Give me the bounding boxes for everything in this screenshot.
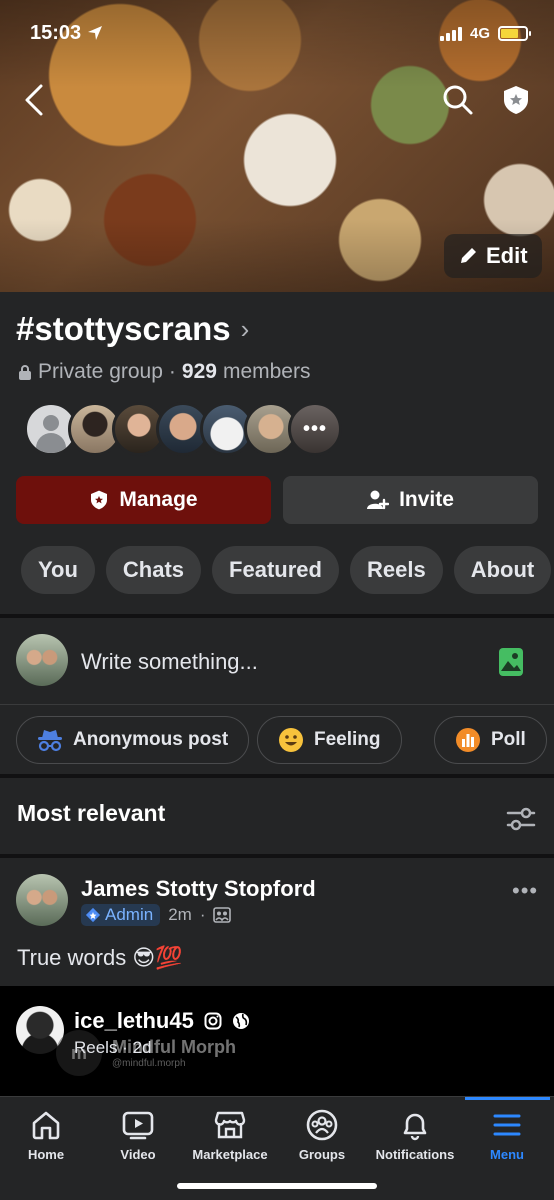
admin-diamond-icon: [85, 907, 101, 923]
tab-reels[interactable]: Reels: [349, 546, 443, 594]
instagram-icon: [204, 1012, 222, 1030]
tab-featured[interactable]: Featured: [212, 546, 339, 594]
edit-cover-button[interactable]: Edit: [444, 234, 542, 278]
chevron-right-icon: ›: [240, 313, 250, 344]
hamburger-menu-icon: [493, 1114, 521, 1136]
feeling-chip[interactable]: Feeling: [257, 716, 402, 764]
feed-post: James Stotty Stopford Admin 2m · ••• Tru…: [0, 858, 554, 986]
marketplace-icon: [214, 1111, 246, 1139]
post-author[interactable]: James Stotty Stopford: [81, 876, 316, 902]
admin-badge: Admin: [81, 904, 161, 926]
home-icon: [32, 1111, 60, 1140]
group-name-link[interactable]: #stottyscrans ›: [16, 310, 249, 348]
tab-you[interactable]: You: [21, 546, 95, 594]
shield-star-icon: [91, 490, 108, 510]
shield-star-icon: [504, 86, 528, 114]
nav-marketplace[interactable]: Marketplace: [184, 1109, 276, 1162]
post-time[interactable]: 2m: [168, 905, 192, 925]
nav-menu[interactable]: Menu: [461, 1109, 553, 1162]
pencil-icon: [461, 248, 476, 263]
add-person-icon: [367, 490, 390, 510]
signal-icon: [439, 26, 462, 41]
more-members-icon: •••: [302, 417, 327, 440]
groups-icon: [306, 1109, 338, 1141]
post-emojis: 😎💯: [132, 945, 183, 970]
group-header: #stottyscrans › Private group · 929 memb…: [0, 292, 554, 614]
group-tabs: You Chats Featured Reels About: [21, 546, 552, 594]
back-button[interactable]: [16, 80, 52, 120]
write-something-prompt[interactable]: Write something...: [81, 649, 258, 675]
search-button[interactable]: [440, 80, 476, 120]
composer-chips: Anonymous post Feeling Poll: [0, 704, 554, 774]
reel-subtitle: Reels · 2d: [74, 1038, 152, 1057]
bell-icon: [403, 1113, 427, 1141]
video-icon: [122, 1111, 154, 1140]
nav-notifications[interactable]: Notifications: [369, 1109, 461, 1162]
avatar[interactable]: [16, 874, 68, 926]
incognito-icon: [38, 730, 62, 752]
shared-reel[interactable]: m Mindful Morph @mindful.morph ice_lethu…: [0, 986, 554, 1096]
photo-icon[interactable]: [498, 647, 524, 677]
privacy-label: Private group: [38, 360, 163, 383]
avatar: [16, 634, 68, 686]
nav-groups[interactable]: Groups: [276, 1109, 368, 1162]
lock-icon: [19, 365, 31, 380]
post-meta: Admin 2m ·: [81, 904, 232, 926]
group-meta: Private group · 929 members: [18, 360, 310, 384]
group-name: #stottyscrans: [16, 310, 231, 347]
anonymous-post-chip[interactable]: Anonymous post: [16, 716, 250, 764]
members-label: members: [222, 360, 311, 383]
invite-button[interactable]: Invite: [283, 476, 538, 524]
nav-home[interactable]: Home: [0, 1109, 92, 1162]
active-tab-indicator: [465, 1097, 550, 1100]
sort-label[interactable]: Most relevant: [17, 800, 165, 827]
admin-tools-button[interactable]: [498, 80, 534, 120]
group-members-icon: [213, 907, 232, 923]
post-more-options-icon[interactable]: •••: [512, 878, 538, 904]
feed-sort-bar: Most relevant: [0, 778, 554, 854]
status-bar: 15:03 4G: [30, 18, 531, 48]
network-type: 4G: [469, 24, 490, 42]
nav-video[interactable]: Video: [92, 1109, 184, 1162]
post-text: True words 😎💯: [17, 945, 183, 970]
home-indicator[interactable]: [177, 1183, 377, 1189]
avatar: •••: [288, 402, 342, 456]
tab-about[interactable]: About: [453, 546, 552, 594]
poll-icon: [456, 728, 480, 752]
chevron-left-icon: [25, 84, 43, 116]
battery-icon: [498, 25, 531, 41]
location-arrow-icon: [88, 26, 103, 40]
reel-username[interactable]: ice_lethu45: [74, 1008, 250, 1034]
filter-sliders-icon[interactable]: [506, 806, 536, 832]
globe-icon: [232, 1013, 249, 1029]
tab-chats[interactable]: Chats: [105, 546, 202, 594]
post-composer[interactable]: Write something...: [0, 618, 554, 704]
status-time: 15:03: [30, 22, 103, 45]
member-count[interactable]: 929: [182, 360, 217, 384]
poll-chip[interactable]: Poll: [434, 716, 547, 764]
search-icon: [443, 85, 473, 115]
manage-button[interactable]: Manage: [16, 476, 271, 524]
smiley-icon: [279, 728, 303, 752]
member-avatars[interactable]: •••: [24, 402, 342, 456]
